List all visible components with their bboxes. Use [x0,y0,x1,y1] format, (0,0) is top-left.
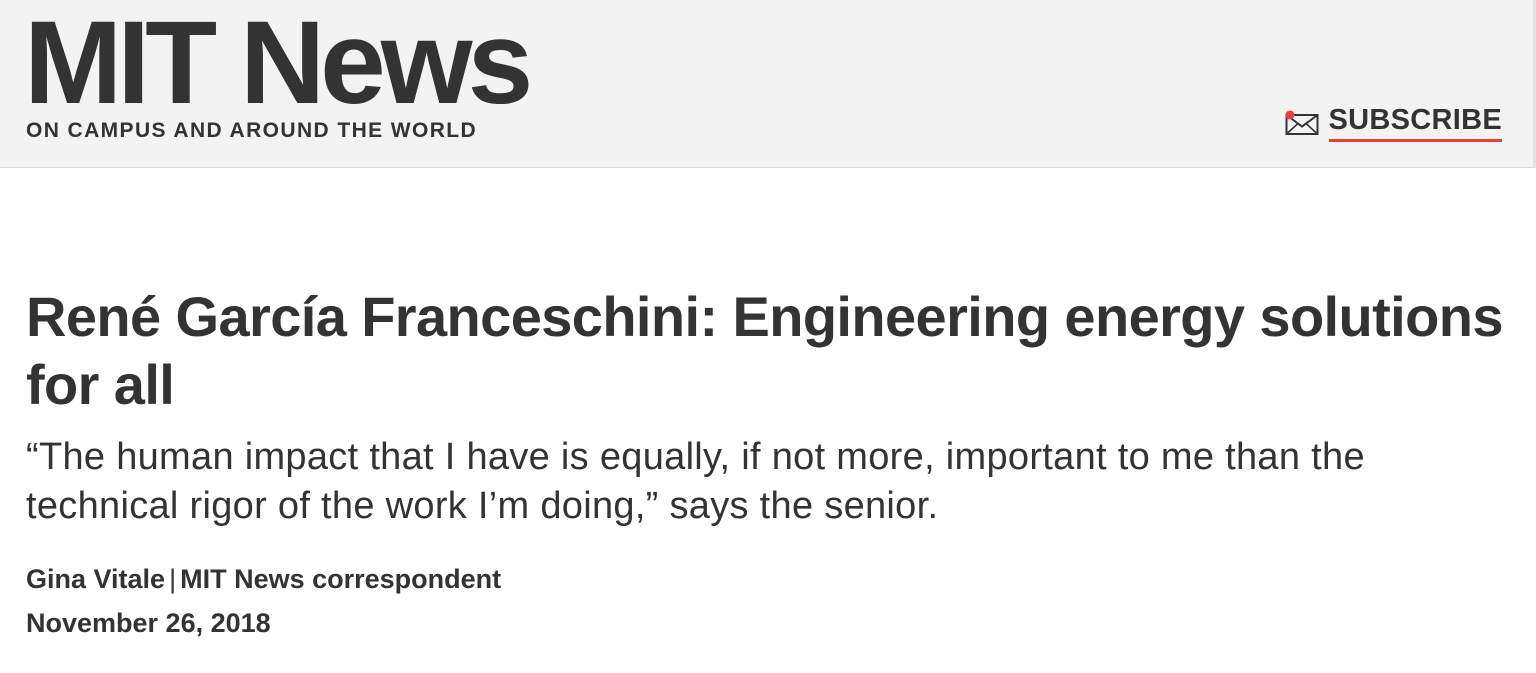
subscribe-label: SUBSCRIBE [1328,104,1502,142]
mail-icon [1285,110,1318,135]
article-byline: Gina Vitale | MIT News correspondent [26,557,1516,601]
author-link[interactable]: Gina Vitale [26,564,165,594]
author-role: MIT News correspondent [180,564,502,594]
site-logo[interactable]: MIT News [24,4,533,122]
subscribe-link[interactable]: SUBSCRIBE [1285,104,1502,142]
article-dek: “The human impact that I have is equally… [26,436,1365,527]
site-header: MIT News ON CAMPUS AND AROUND THE WORLD … [0,0,1536,168]
article-headline: René García Franceschini: Engineering en… [26,285,1504,416]
site-tagline: ON CAMPUS AND AROUND THE WORLD [26,119,478,142]
article-header: René García Franceschini: Engineering en… [26,283,1516,645]
byline-separator: | [169,564,177,594]
article-date: November 26, 2018 [26,608,271,638]
